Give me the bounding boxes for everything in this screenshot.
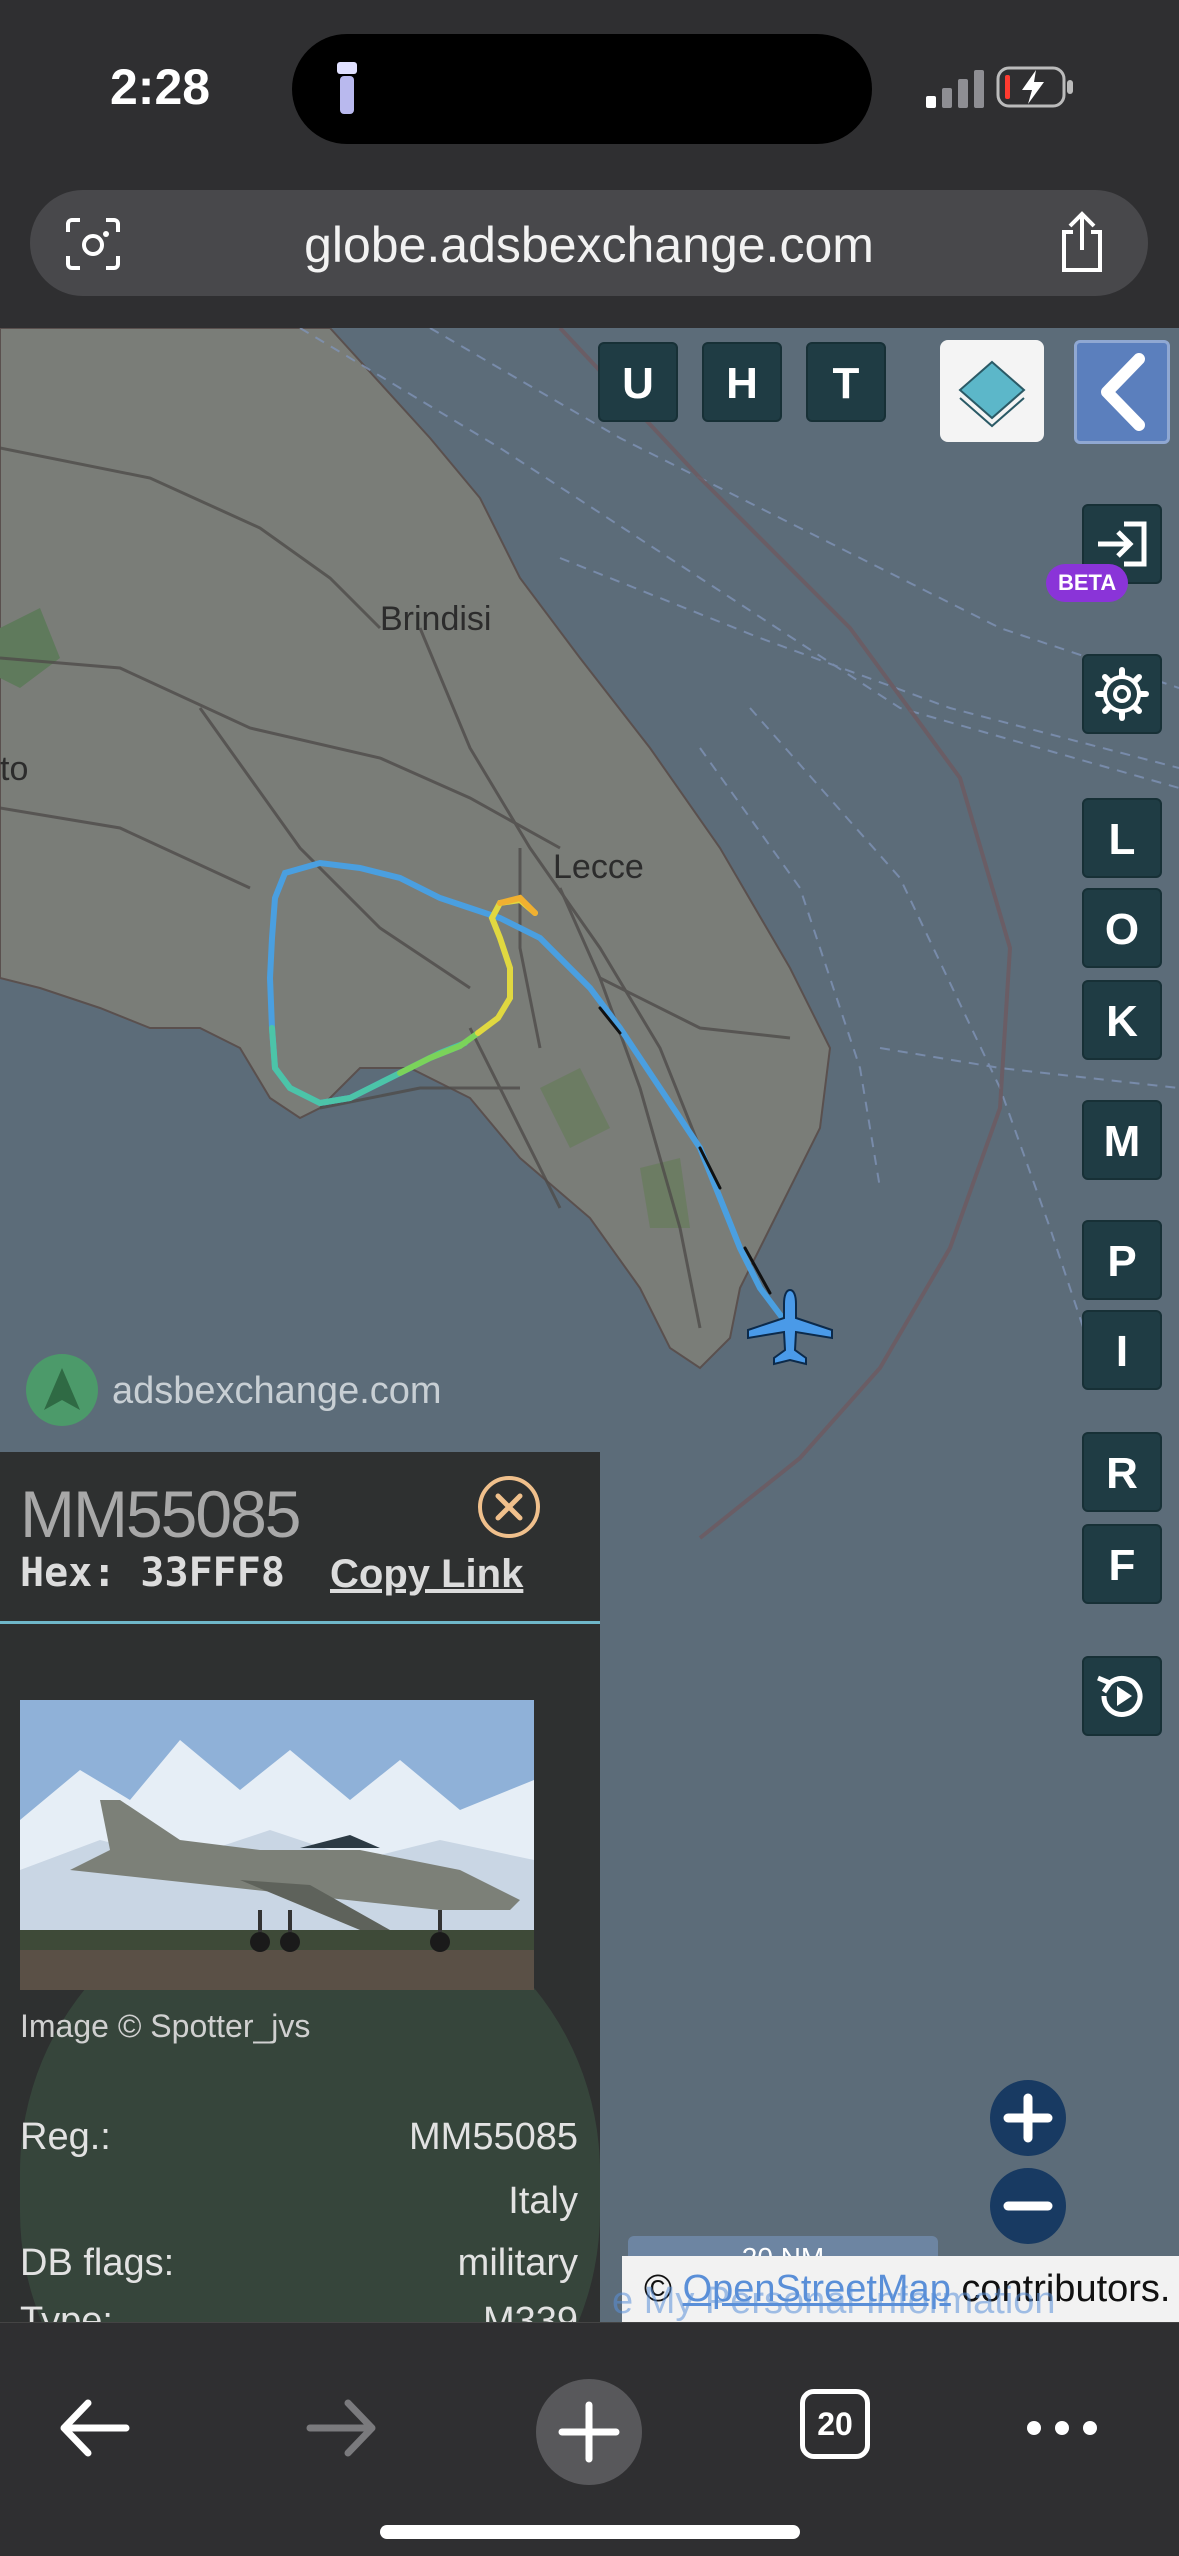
toggle-persistence-button[interactable]: P — [1082, 1220, 1162, 1300]
replay-button[interactable] — [1082, 1656, 1162, 1736]
collapse-sidebar-button[interactable] — [1074, 340, 1170, 444]
aircraft-info-header: MM55085 Hex: 33FFF8 Copy Link — [0, 1452, 600, 1624]
type-label: Type: — [20, 2300, 113, 2322]
type-value: M339 — [482, 2300, 578, 2322]
url-text[interactable]: globe.adsbexchange.com — [30, 216, 1148, 274]
close-panel-button[interactable] — [478, 1476, 540, 1538]
place-label-brindisi: Brindisi — [380, 600, 491, 638]
share-icon[interactable] — [1056, 210, 1108, 274]
toggle-info-button[interactable]: I — [1082, 1310, 1162, 1390]
forward-arrow-icon[interactable] — [302, 2395, 382, 2461]
plus-icon — [558, 2401, 620, 2463]
address-bar[interactable]: globe.adsbexchange.com — [30, 190, 1148, 296]
layers-icon — [958, 360, 1026, 428]
flashlight-icon — [337, 62, 357, 114]
place-label-lecce: Lecce — [553, 848, 644, 886]
plus-icon — [1003, 2093, 1053, 2143]
status-bar: 2:28 — [0, 0, 1179, 170]
replay-icon — [1097, 1675, 1143, 1717]
status-time: 2:28 — [110, 59, 211, 115]
dynamic-island — [292, 34, 872, 144]
toggle-trails-button[interactable]: T — [806, 342, 886, 422]
zoom-in-button[interactable] — [990, 2080, 1066, 2156]
hex-value: 33FFF8 — [140, 1550, 285, 1596]
more-menu-icon[interactable] — [1024, 2413, 1100, 2443]
zoom-out-button[interactable] — [990, 2168, 1066, 2244]
toggle-labels-button[interactable]: L — [1082, 798, 1162, 878]
map-layers-button[interactable] — [940, 340, 1044, 442]
close-icon — [495, 1493, 523, 1521]
copy-link-button[interactable]: Copy Link — [330, 1552, 523, 1597]
beta-badge: BETA — [1046, 564, 1129, 602]
toggle-history-button[interactable]: H — [702, 342, 782, 422]
db-flags-label: DB flags: — [20, 2242, 175, 2284]
cellular-signal-icon — [926, 70, 984, 108]
toggle-range-button[interactable]: R — [1082, 1432, 1162, 1512]
back-arrow-icon[interactable] — [54, 2395, 134, 2461]
toggle-extended-labels-button[interactable]: O — [1082, 888, 1162, 968]
toggle-follow-button[interactable]: F — [1082, 1524, 1162, 1604]
browser-toolbar: 20 — [0, 2322, 1179, 2556]
reg-label: Reg.: — [20, 2116, 111, 2158]
battery-charging-icon — [996, 66, 1073, 108]
aircraft-photo[interactable] — [20, 1700, 534, 1990]
map-watermark: adsbexchange.com — [112, 1370, 442, 1412]
place-label-taranto: to — [0, 750, 28, 788]
tab-switcher-button[interactable]: 20 — [800, 2389, 870, 2459]
aircraft-callsign: MM55085 — [20, 1477, 301, 1551]
adsbexchange-logo-icon — [26, 1354, 98, 1426]
toggle-units-button[interactable]: U — [598, 342, 678, 422]
aircraft-photo-image — [20, 1700, 534, 1990]
chevron-left-icon — [1101, 353, 1145, 431]
gear-icon — [1095, 667, 1149, 721]
toggle-multiselect-button[interactable]: M — [1082, 1100, 1162, 1180]
aircraft-info-panel: MM55085 Hex: 33FFF8 Copy Link Image © Sp… — [0, 1452, 600, 2322]
country-value: Italy — [508, 2180, 578, 2222]
db-flags-value: military — [457, 2242, 578, 2284]
home-indicator — [380, 2525, 800, 2539]
hex-label: Hex: — [20, 1550, 117, 1596]
hex-code: Hex: 33FFF8 — [20, 1550, 285, 1596]
minus-icon — [1003, 2201, 1053, 2211]
new-tab-button[interactable] — [536, 2379, 642, 2485]
toggle-kml-button[interactable]: K — [1082, 980, 1162, 1060]
reg-value: MM55085 — [409, 2116, 578, 2158]
settings-button[interactable] — [1082, 654, 1162, 734]
image-credit: Image © Spotter_jvs — [20, 2008, 311, 2044]
privacy-link-ghost[interactable]: e My Personal Information — [612, 2280, 1056, 2323]
